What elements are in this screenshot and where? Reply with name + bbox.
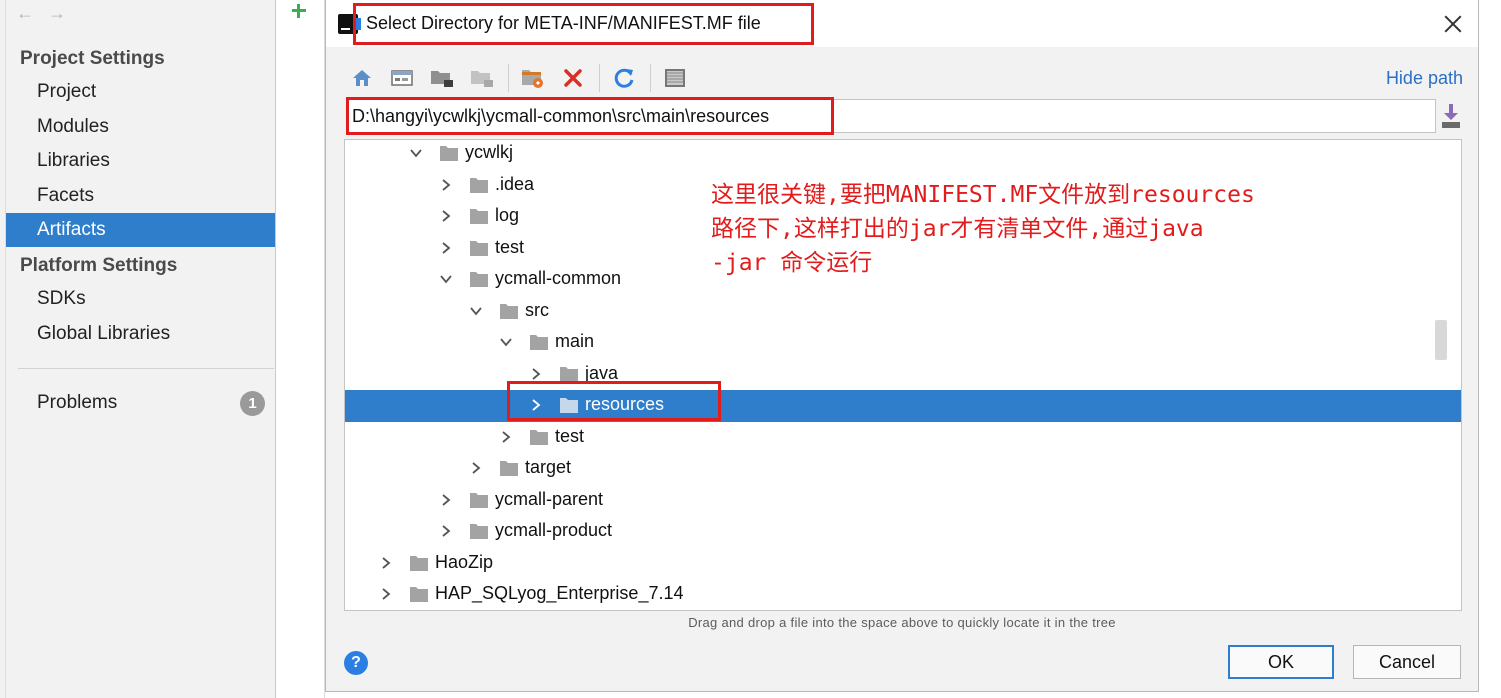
sidebar-item-facets[interactable]: Facets	[6, 179, 275, 213]
annotation-note: 这里很关键,要把MANIFEST.MF文件放到resources 路径下,这样打出…	[711, 178, 1255, 280]
chevron-down-icon[interactable]	[439, 272, 453, 286]
chevron-right-icon[interactable]	[379, 587, 393, 601]
tree-row-label: target	[525, 457, 572, 477]
home-icon[interactable]	[348, 64, 376, 92]
annotation-line: 路径下,这样打出的jar才有清单文件,通过java	[711, 216, 1204, 242]
tree-row-label: ycmall-parent	[495, 488, 604, 509]
sidebar-item-libraries[interactable]: Libraries	[6, 144, 275, 178]
problems-count-badge: 1	[240, 391, 265, 416]
tree-scrollbar-thumb[interactable]	[1435, 320, 1447, 360]
chevron-right-icon[interactable]	[379, 556, 393, 570]
tree-row-label: log	[495, 205, 520, 225]
chevron-right-icon[interactable]	[439, 209, 453, 223]
tree-row[interactable]: ycwlkj	[345, 140, 1461, 170]
help-icon[interactable]: ?	[344, 651, 368, 675]
chevron-right-icon[interactable]	[439, 524, 453, 538]
folder-icon	[469, 176, 489, 194]
toolbar-separator	[650, 64, 651, 92]
back-arrow-icon[interactable]: ←	[16, 4, 34, 22]
folder-icon	[469, 207, 489, 225]
platform-settings-heading: Platform Settings	[20, 255, 178, 276]
annotation-line: 这里很关键,要把MANIFEST.MF文件放到resources	[711, 182, 1255, 208]
hide-path-link[interactable]: Hide path	[1386, 68, 1463, 89]
refresh-folder-icon[interactable]	[519, 64, 547, 92]
chevron-right-icon[interactable]	[499, 430, 513, 444]
tree-row-label: test	[555, 425, 585, 446]
folder-icon	[439, 144, 459, 162]
tree-row-label: src	[525, 299, 549, 320]
file-chooser-toolbar	[348, 62, 701, 94]
folder-icon	[499, 459, 519, 477]
folder-icon	[469, 239, 489, 257]
delete-icon[interactable]	[559, 64, 587, 92]
artifacts-list-panel	[277, 0, 325, 698]
sidebar-item-global-libraries[interactable]: Global Libraries	[6, 317, 275, 351]
sidebar-item-artifacts[interactable]: Artifacts	[6, 213, 275, 247]
sidebar-item-modules[interactable]: Modules	[6, 110, 275, 144]
problems-label: Problems	[37, 392, 118, 413]
tree-row-label: test	[495, 236, 525, 257]
settings-sidebar: ← → Project Settings Project Modules Lib…	[6, 0, 276, 698]
chevron-down-icon[interactable]	[469, 304, 483, 318]
chevron-right-icon[interactable]	[439, 178, 453, 192]
tree-row[interactable]: HAP_SQLyog_Enterprise_7.14	[345, 579, 1461, 610]
nav-arrows: ← →	[16, 4, 66, 22]
toolbar-separator	[599, 64, 600, 92]
forward-arrow-icon[interactable]: →	[48, 4, 66, 22]
sidebar-item-sdks[interactable]: SDKs	[6, 282, 275, 316]
dialog-title: Select Directory for META-INF/MANIFEST.M…	[366, 13, 761, 33]
folder-icon	[469, 270, 489, 288]
tree-row-label: HaoZip	[435, 551, 494, 572]
folder-icon	[529, 428, 549, 446]
chevron-down-icon[interactable]	[499, 335, 513, 349]
resources-highlight-box	[507, 381, 721, 421]
tree-row-label: .idea	[495, 173, 535, 194]
folder-icon	[409, 585, 429, 603]
tree-row[interactable]: ycmall-product	[345, 516, 1461, 548]
tree-row[interactable]: src	[345, 296, 1461, 328]
sidebar-item-project[interactable]: Project	[6, 75, 275, 109]
tree-row[interactable]: HaoZip	[345, 548, 1461, 580]
chevron-down-icon[interactable]	[409, 146, 423, 160]
tree-row[interactable]: ycmall-parent	[345, 485, 1461, 517]
tree-row-label: ycwlkj	[465, 142, 513, 162]
show-hidden-icon[interactable]	[661, 64, 689, 92]
tree-row[interactable]: main	[345, 327, 1461, 359]
tree-row[interactable]: target	[345, 453, 1461, 485]
new-folder-icon[interactable]	[428, 64, 456, 92]
chevron-right-icon[interactable]	[439, 493, 453, 507]
drag-drop-hint: Drag and drop a file into the space abov…	[688, 615, 1116, 630]
tree-row-label: ycmall-product	[495, 520, 613, 540]
chevron-right-icon[interactable]	[529, 367, 543, 381]
add-icon[interactable]	[290, 2, 308, 20]
close-icon[interactable]	[1444, 15, 1462, 33]
project-settings-heading: Project Settings	[20, 48, 165, 69]
chevron-right-icon[interactable]	[439, 241, 453, 255]
tree-row[interactable]: test	[345, 422, 1461, 454]
chevron-right-icon[interactable]	[469, 461, 483, 475]
refresh-icon[interactable]	[610, 64, 638, 92]
dialog-title-bar: Select Directory for META-INF/MANIFEST.M…	[326, 0, 1478, 47]
annotation-line: -jar 命令运行	[711, 250, 873, 276]
toolbar-separator	[508, 64, 509, 92]
folder-icon	[469, 522, 489, 540]
sidebar-divider	[18, 368, 274, 369]
ok-button[interactable]: OK	[1228, 645, 1334, 679]
download-path-icon[interactable]	[1440, 103, 1462, 129]
folder-icon	[409, 554, 429, 572]
new-folder-disabled-icon	[468, 64, 496, 92]
folder-icon	[469, 491, 489, 509]
tree-row-label: main	[555, 331, 595, 351]
directory-tree[interactable]: ycwlkj .idea log test ycmall-common src main ja…	[344, 139, 1462, 611]
sidebar-item-problems[interactable]: Problems 1	[6, 386, 275, 420]
folder-icon	[499, 302, 519, 320]
tree-row-label: ycmall-common	[495, 268, 622, 288]
select-directory-dialog: Select Directory for META-INF/MANIFEST.M…	[325, 0, 1479, 692]
path-input-value: D:\hangyi\ycwlkj\ycmall-common\src\main\…	[352, 106, 770, 126]
cancel-button[interactable]: Cancel	[1353, 645, 1461, 679]
folder-icon	[559, 365, 579, 383]
folder-icon	[529, 333, 549, 351]
desktop-icon[interactable]	[388, 64, 416, 92]
tree-row-label: HAP_SQLyog_Enterprise_7.14	[435, 583, 684, 603]
